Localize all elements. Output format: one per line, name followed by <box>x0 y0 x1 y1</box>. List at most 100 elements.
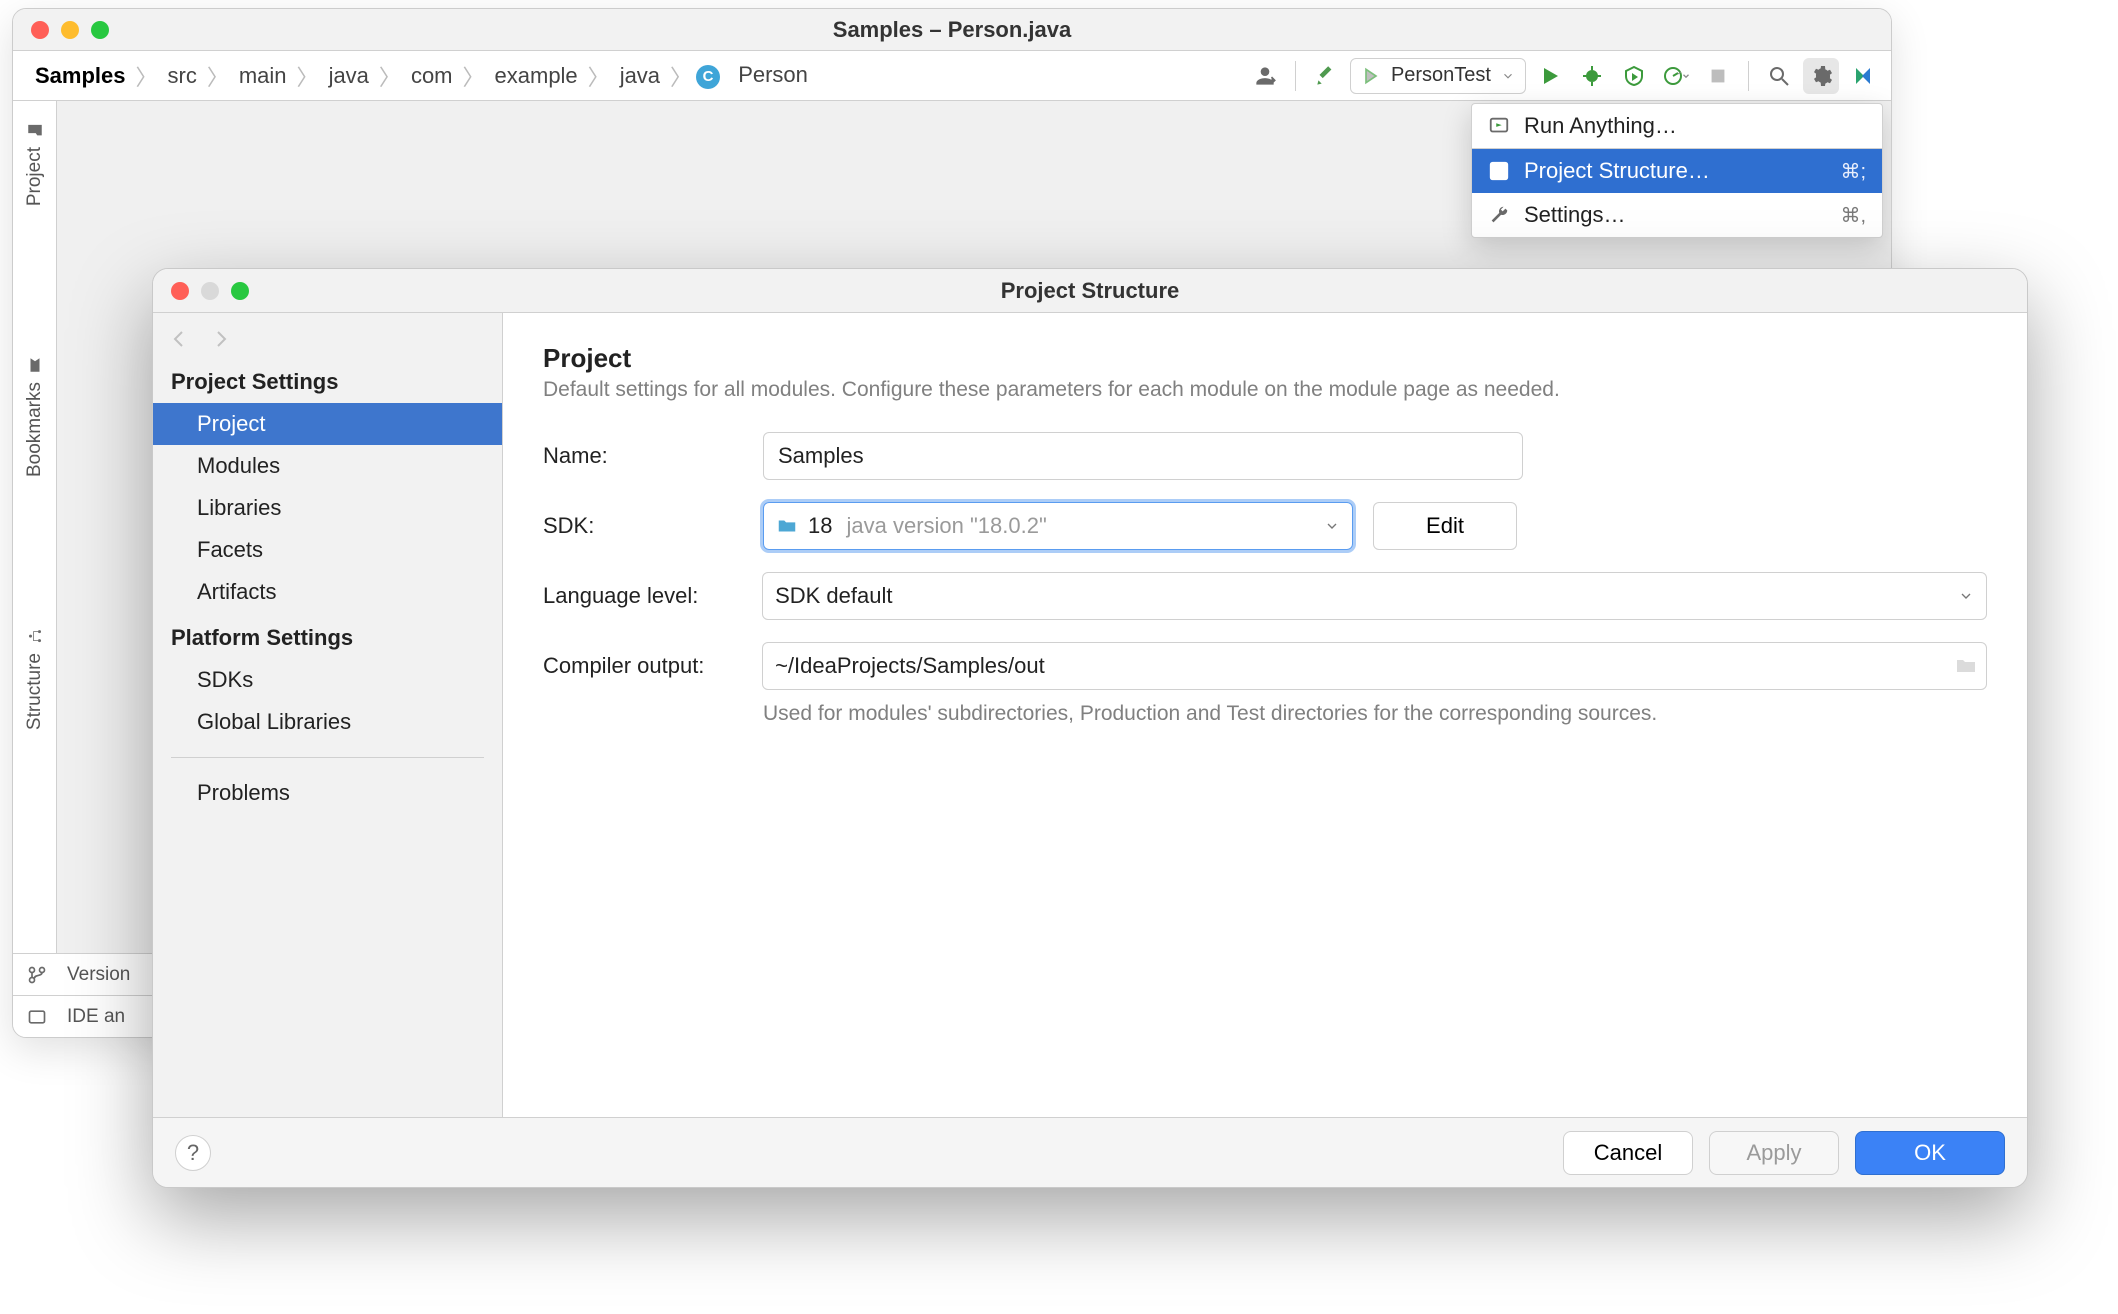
chevron-down-icon <box>1501 69 1515 83</box>
menu-label: Run Anything… <box>1524 113 1677 139</box>
sidebar-item-problems[interactable]: Problems <box>153 772 502 814</box>
tool-window-label: Structure <box>24 653 46 730</box>
breadcrumb-item[interactable]: main <box>233 59 293 93</box>
form-heading: Project <box>543 343 1987 374</box>
run-icon[interactable] <box>1532 58 1568 94</box>
breadcrumb-root[interactable]: Samples <box>29 59 132 93</box>
build-icon[interactable] <box>1308 58 1344 94</box>
sidebar-item-project[interactable]: Project <box>153 403 502 445</box>
compiler-output-label: Compiler output: <box>543 653 762 679</box>
dialog-form: Project Default settings for all modules… <box>503 313 2027 1117</box>
run-config-combo[interactable]: PersonTest <box>1350 58 1526 94</box>
breadcrumb-item[interactable]: src <box>162 59 203 93</box>
status-text[interactable]: IDE an <box>67 1006 125 1028</box>
breadcrumb-sep: 〉 <box>207 60 229 92</box>
sidebar-item-libraries[interactable]: Libraries <box>153 487 502 529</box>
language-level-combo[interactable]: SDK default <box>762 572 1987 620</box>
nav-forward-icon[interactable] <box>209 327 233 351</box>
help-button[interactable]: ? <box>175 1135 211 1171</box>
tool-window-bookmarks[interactable]: Bookmarks <box>24 356 46 477</box>
settings-popup-menu: Run Anything… Project Structure… ⌘; Sett… <box>1471 103 1883 238</box>
compiler-output-value: ~/IdeaProjects/Samples/out <box>775 653 1045 679</box>
panel-icon <box>27 1007 47 1027</box>
run-config-icon <box>1361 66 1381 86</box>
sidebar-divider <box>171 757 484 758</box>
browse-folder-icon[interactable] <box>1954 654 1978 678</box>
breadcrumb-item[interactable]: java <box>614 59 666 93</box>
zoom-window-button[interactable] <box>91 21 109 39</box>
titlebar: Samples – Person.java <box>13 9 1891 51</box>
status-text[interactable]: Version <box>67 964 130 986</box>
menu-shortcut: ⌘, <box>1840 203 1866 228</box>
class-icon: C <box>696 65 720 89</box>
stop-icon[interactable] <box>1700 58 1736 94</box>
sidebar-item-modules[interactable]: Modules <box>153 445 502 487</box>
dialog-titlebar: Project Structure <box>153 269 2027 313</box>
window-title: Samples – Person.java <box>13 17 1891 43</box>
breadcrumb-sep: 〉 <box>588 60 610 92</box>
window-controls <box>31 21 109 39</box>
code-with-me-icon[interactable] <box>1845 58 1881 94</box>
profile-icon[interactable] <box>1658 58 1694 94</box>
compiler-output-field[interactable]: ~/IdeaProjects/Samples/out <box>762 642 1987 690</box>
sdk-edit-button[interactable]: Edit <box>1373 502 1517 550</box>
close-window-button[interactable] <box>31 21 49 39</box>
nav-back-icon[interactable] <box>167 327 191 351</box>
structure-icon <box>26 627 44 645</box>
dialog-zoom-button[interactable] <box>231 282 249 300</box>
run-config-label: PersonTest <box>1391 64 1491 87</box>
sdk-value: 18 <box>808 513 832 539</box>
cancel-button[interactable]: Cancel <box>1563 1131 1693 1175</box>
apply-button[interactable]: Apply <box>1709 1131 1839 1175</box>
tool-window-label: Bookmarks <box>24 382 46 477</box>
dialog-nav <box>153 321 502 357</box>
debug-icon[interactable] <box>1574 58 1610 94</box>
tool-window-structure[interactable]: Structure <box>24 627 46 730</box>
folder-icon <box>26 121 44 139</box>
menu-label: Settings… <box>1524 202 1626 228</box>
branch-icon <box>27 965 47 985</box>
menu-project-structure[interactable]: Project Structure… ⌘; <box>1472 149 1882 193</box>
breadcrumb-sep: 〉 <box>670 60 692 92</box>
terminal-run-icon <box>1488 115 1510 137</box>
sidebar-section-project-settings: Project Settings <box>153 357 502 403</box>
sdk-version-detail: java version "18.0.2" <box>846 513 1046 539</box>
sdk-combo[interactable]: 18 java version "18.0.2" <box>763 502 1353 550</box>
search-icon[interactable] <box>1761 58 1797 94</box>
breadcrumb-item[interactable]: example <box>489 59 584 93</box>
sidebar-item-artifacts[interactable]: Artifacts <box>153 571 502 613</box>
breadcrumb-item: Person <box>732 58 814 91</box>
menu-label: Project Structure… <box>1524 158 1710 184</box>
vcs-user-icon[interactable] <box>1247 58 1283 94</box>
project-structure-dialog: Project Structure Project Settings Proje… <box>152 268 2028 1188</box>
sidebar-item-facets[interactable]: Facets <box>153 529 502 571</box>
sidebar-item-global-libraries[interactable]: Global Libraries <box>153 701 502 743</box>
tool-window-stripe-left: Project Bookmarks Structure <box>13 101 57 953</box>
sdk-label: SDK: <box>543 513 763 539</box>
minimize-window-button[interactable] <box>61 21 79 39</box>
language-level-label: Language level: <box>543 583 762 609</box>
project-name-input[interactable] <box>763 432 1523 480</box>
project-structure-icon <box>1488 160 1510 182</box>
sidebar-item-sdks[interactable]: SDKs <box>153 659 502 701</box>
menu-shortcut: ⌘; <box>1840 159 1866 184</box>
dialog-close-button[interactable] <box>171 282 189 300</box>
ok-button[interactable]: OK <box>1855 1131 2005 1175</box>
menu-run-anything[interactable]: Run Anything… <box>1472 104 1882 148</box>
dialog-title: Project Structure <box>153 278 2027 304</box>
sidebar-section-platform-settings: Platform Settings <box>153 613 502 659</box>
gear-icon[interactable] <box>1803 58 1839 94</box>
language-level-value: SDK default <box>775 583 892 609</box>
tool-window-project[interactable]: Project <box>24 121 46 206</box>
menu-settings[interactable]: Settings… ⌘, <box>1472 193 1882 237</box>
breadcrumb-item[interactable]: com <box>405 59 459 93</box>
breadcrumb-item[interactable]: java <box>323 59 375 93</box>
coverage-icon[interactable] <box>1616 58 1652 94</box>
breadcrumb-sep: 〉 <box>463 60 485 92</box>
tool-window-label: Project <box>24 147 46 206</box>
dialog-sidebar: Project Settings Project Modules Librari… <box>153 313 503 1117</box>
chevron-down-icon <box>1324 518 1340 534</box>
bookmark-icon <box>26 356 44 374</box>
name-label: Name: <box>543 443 763 469</box>
breadcrumb-leaf[interactable]: C Person <box>696 62 814 88</box>
